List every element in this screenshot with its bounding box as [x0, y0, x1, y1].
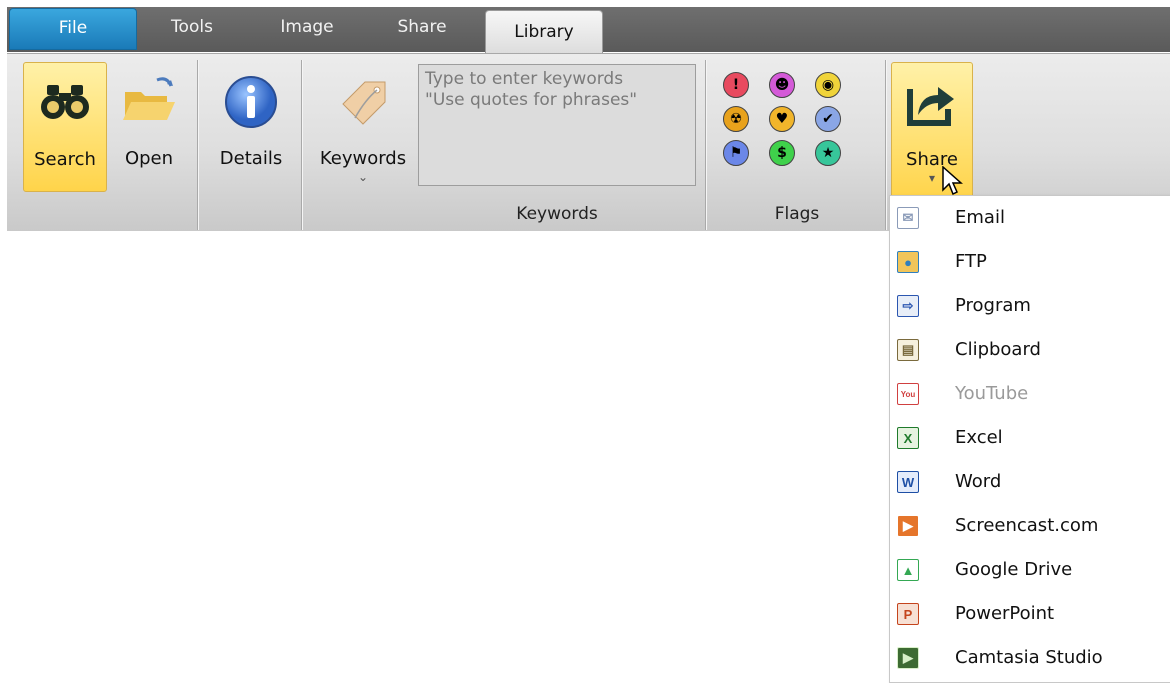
check-flag-icon[interactable]: ✔ [815, 106, 841, 132]
tab-share[interactable]: Share [377, 7, 467, 52]
menu-item-email[interactable]: ✉ Email [890, 197, 1170, 241]
menu-item-label: Clipboard [955, 339, 1041, 360]
tab-image[interactable]: Image [262, 7, 352, 52]
tab-file[interactable]: File [9, 8, 137, 50]
menu-item-label: Google Drive [955, 559, 1073, 580]
share-arrow-icon [904, 75, 960, 131]
share-dropdown-menu: ✉ Email ● FTP ⇨ Program ▤ Clipboard You YouTube X E… [889, 195, 1170, 683]
lightbulb-flag-icon[interactable]: ◉ [815, 72, 841, 98]
email-icon: ✉ [897, 207, 919, 229]
google-drive-icon: ▲ [897, 559, 919, 581]
program-icon: ⇨ [897, 295, 919, 317]
tab-bar: File Tools Image Share Library [7, 7, 1170, 55]
globe-icon: ● [897, 251, 919, 273]
binoculars-icon [37, 75, 93, 131]
tab-tools[interactable]: Tools [147, 7, 237, 52]
menu-item-excel[interactable]: X Excel [890, 417, 1170, 461]
menu-item-powerpoint[interactable]: P PowerPoint [890, 593, 1170, 637]
excel-icon: X [897, 427, 919, 449]
info-icon [223, 74, 279, 130]
group-separator [301, 60, 302, 230]
menu-item-label: Word [955, 471, 1002, 492]
menu-item-label: Screencast.com [955, 515, 1099, 536]
menu-item-label: Email [955, 207, 1005, 228]
share-button[interactable]: Share ▾ [891, 62, 973, 200]
star-flag-icon[interactable]: ★ [815, 140, 841, 166]
menu-item-camtasia[interactable]: ▶ Camtasia Studio [890, 637, 1170, 681]
chevron-down-icon: ⌄ [357, 170, 369, 184]
flag-flag-icon[interactable]: ⚑ [723, 140, 749, 166]
menu-item-label: YouTube [955, 383, 1029, 404]
powerpoint-icon: P [897, 603, 919, 625]
keywords-button[interactable]: Keywords ⌄ [311, 62, 415, 190]
heart-flag-icon[interactable]: ♥ [769, 106, 795, 132]
search-button[interactable]: Search [23, 62, 107, 192]
menu-item-label: Camtasia Studio [955, 647, 1103, 668]
exclamation-flag-icon[interactable]: ! [723, 72, 749, 98]
menu-item-label: PowerPoint [955, 603, 1055, 624]
menu-item-ftp[interactable]: ● FTP [890, 241, 1170, 285]
keywords-group-label: Keywords [516, 204, 598, 224]
group-separator [197, 60, 198, 230]
mouse-cursor-icon [942, 166, 963, 196]
open-button[interactable]: Open [111, 62, 187, 190]
clipboard-icon: ▤ [897, 339, 919, 361]
details-label: Details [219, 148, 283, 169]
youtube-icon: You [897, 383, 919, 405]
tag-icon [335, 74, 391, 130]
menu-item-label: Excel [955, 427, 1003, 448]
menu-item-youtube: You YouTube [890, 373, 1170, 417]
menu-item-label: FTP [955, 251, 987, 272]
menu-item-word[interactable]: W Word [890, 461, 1170, 505]
menu-item-label: Program [955, 295, 1031, 316]
smiley-flag-icon[interactable]: ☻ [769, 72, 795, 98]
keywords-placeholder-line2: "Use quotes for phrases" [425, 90, 638, 110]
group-separator [705, 60, 706, 230]
open-folder-icon [121, 74, 177, 130]
flags-group-label: Flags [774, 204, 820, 224]
keywords-input[interactable]: Type to enter keywords "Use quotes for p… [418, 64, 696, 186]
menu-item-screencast[interactable]: ▶ Screencast.com [890, 505, 1170, 549]
details-button[interactable]: Details [207, 62, 295, 190]
screencast-icon: ▶ [897, 515, 919, 537]
tab-library[interactable]: Library [485, 10, 603, 55]
keywords-label: Keywords [319, 148, 407, 169]
group-separator [885, 60, 886, 230]
menu-item-clipboard[interactable]: ▤ Clipboard [890, 329, 1170, 373]
menu-item-program[interactable]: ⇨ Program [890, 285, 1170, 329]
word-icon: W [897, 471, 919, 493]
search-label: Search [34, 149, 96, 170]
menu-item-google-drive[interactable]: ▲ Google Drive [890, 549, 1170, 593]
open-label: Open [124, 148, 174, 169]
dollar-flag-icon[interactable]: $ [769, 140, 795, 166]
keywords-placeholder-line1: Type to enter keywords [425, 69, 624, 89]
camtasia-icon: ▶ [897, 647, 919, 669]
radioactive-flag-icon[interactable]: ☢ [723, 106, 749, 132]
